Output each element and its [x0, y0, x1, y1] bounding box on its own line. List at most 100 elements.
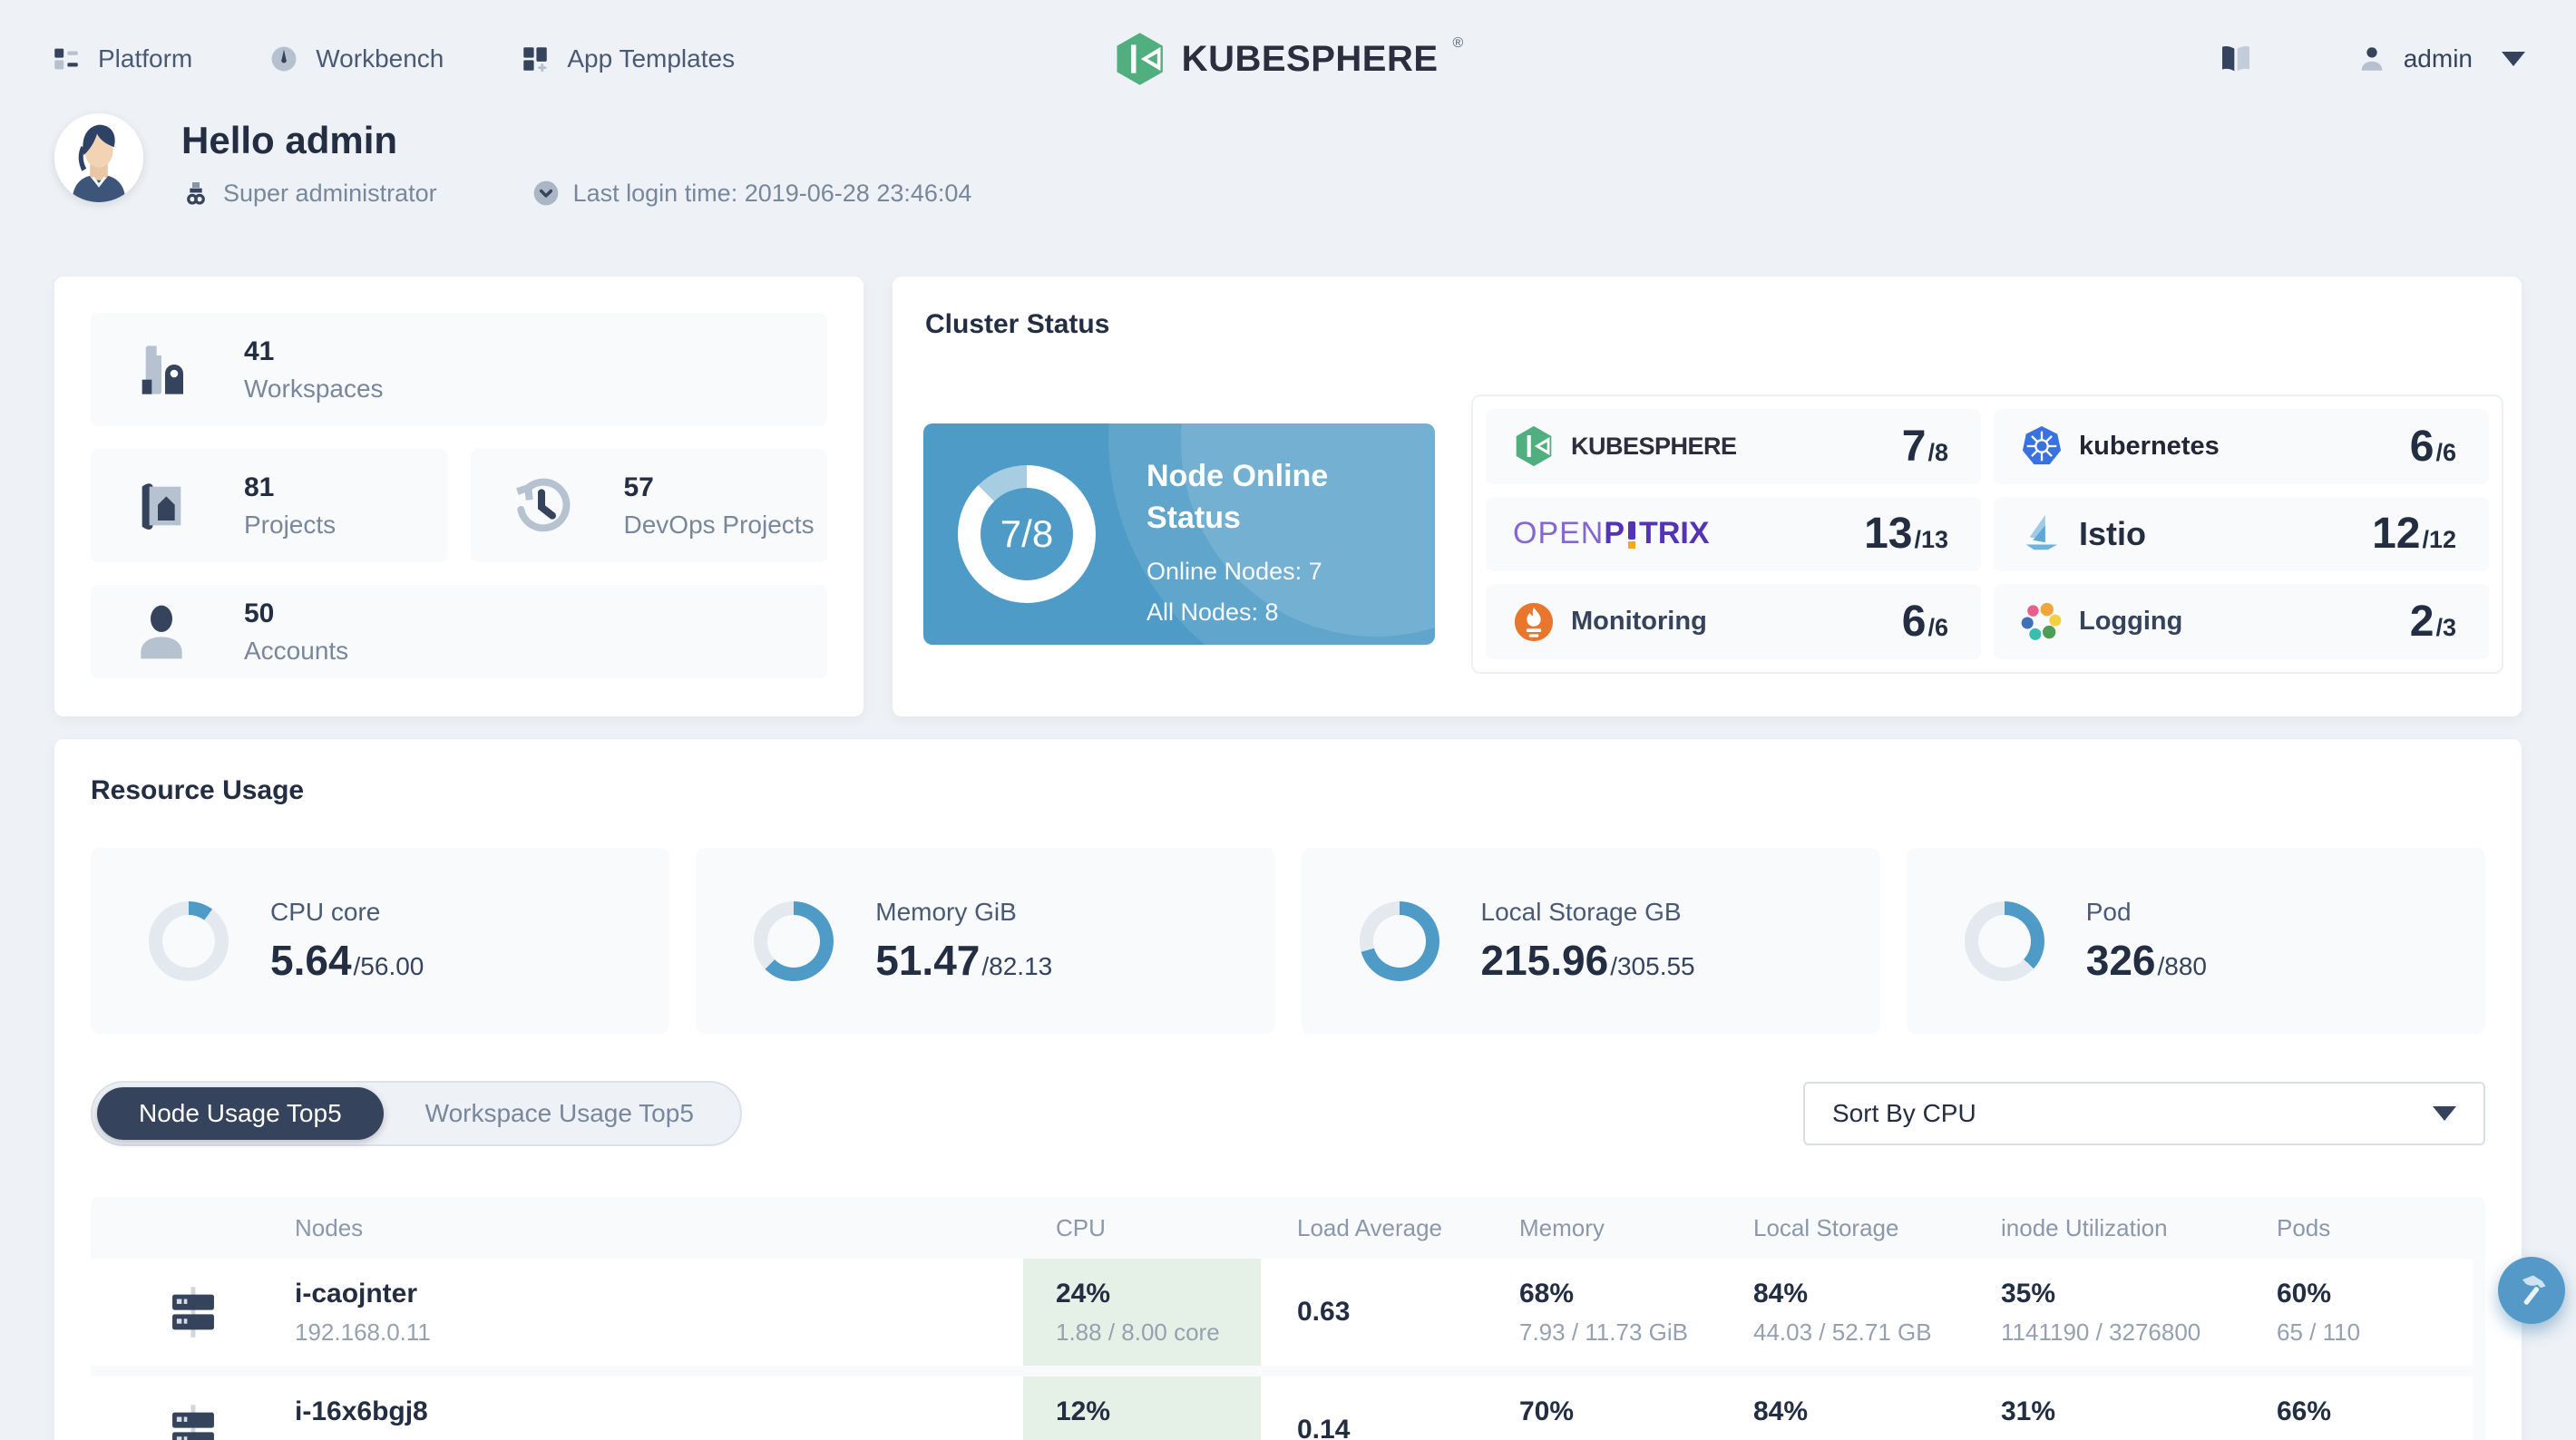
stat-info: 50 Accounts [244, 598, 348, 666]
gauge-row: CPU core 5.64 /56.00 Memory GiB 51.47 /8… [91, 848, 2485, 1034]
sort-by-select[interactable]: Sort By CPU [1803, 1082, 2485, 1145]
greeting-body: Hello admin Super administrator Last log… [181, 113, 971, 208]
kubesphere-logo[interactable]: KUBESPHERE ® [1113, 30, 1463, 88]
stat-value: 41 [244, 336, 275, 366]
memory-detail: 8.11 / 11.73 GiB [1519, 1436, 1753, 1440]
node-online-text: Node Online Status Online Nodes: 7 All N… [1147, 456, 1419, 627]
count-total: /8 [1927, 438, 1948, 466]
node-online-donut: 7/8 [958, 465, 1096, 603]
stat-projects[interactable]: 81 Projects [91, 449, 448, 562]
memory-ring-chart [754, 900, 834, 981]
nav-platform[interactable]: Platform [51, 44, 192, 74]
openpitrix-logo: OPEN P TRIX [1513, 516, 1710, 551]
table-row[interactable]: i-caojnter 192.168.0.11 24% 1.88 / 8.00 … [91, 1259, 2473, 1366]
node-icon [91, 1402, 295, 1440]
component-name: KUBESPHERE [1571, 432, 1737, 460]
tab-workspace-usage-top5[interactable]: Workspace Usage Top5 [384, 1087, 736, 1140]
component-count: 2 /3 [2410, 597, 2456, 647]
memory-percent: 68% [1519, 1278, 1575, 1309]
memory-cell: 70% 8.11 / 11.73 GiB [1519, 1396, 1753, 1440]
col-local-storage: Local Storage [1753, 1213, 1899, 1241]
node-online-panel: 7/8 Node Online Status Online Nodes: 7 A… [923, 423, 1435, 645]
gauge-total: /880 [2157, 951, 2208, 980]
count-value: 6 [2409, 422, 2435, 471]
inode-percent: 31% [2001, 1396, 2056, 1426]
stat-devops-projects[interactable]: 57 DevOps Projects [470, 449, 827, 562]
openpitrix-logo-open: OPEN [1513, 516, 1605, 551]
devops-projects-icon [512, 473, 571, 539]
gauge-total: /305.55 [1610, 951, 1695, 980]
node-name[interactable]: i-caojnter [295, 1279, 1023, 1309]
user-name: admin [2403, 44, 2473, 73]
clock-check-icon [533, 180, 558, 206]
pod-ring-chart [1964, 900, 2044, 981]
cpu-detail: 1.88 / 8.00 core [1056, 1318, 1220, 1346]
stat-workspaces[interactable]: 41 Workspaces [91, 313, 827, 426]
workbench-icon [271, 46, 297, 72]
col-load-average: Load Average [1297, 1213, 1442, 1241]
openpitrix-logo-p: P [1604, 516, 1625, 551]
hammer-icon [2522, 1275, 2546, 1305]
local-storage-ring-chart [1359, 900, 1439, 981]
local-storage-cell: 84% 44.03 / 52.71 GB [1753, 1279, 2001, 1347]
documentation-button[interactable] [2215, 41, 2257, 77]
main-nav: Platform Workbench App Templates [51, 44, 735, 74]
gauge-total: /56.00 [353, 951, 424, 980]
app-templates-icon [523, 47, 548, 73]
cpu-ring-chart [149, 900, 229, 981]
storage-detail: 44.03 / 52.71 GB [1753, 1318, 1932, 1346]
count-value: 7 [1901, 422, 1927, 471]
component-brand: Monitoring [1513, 601, 1707, 643]
pods-cell: 60% 65 / 110 [2277, 1279, 2473, 1347]
resource-usage-title: Resource Usage [91, 775, 305, 805]
user-role: Super administrator [181, 179, 437, 208]
prometheus-icon [1514, 602, 1554, 641]
node-name[interactable]: i-16x6bgj8 [295, 1396, 1023, 1427]
load-average-cell: 0.63 [1297, 1297, 1351, 1327]
toolbox-button[interactable] [2498, 1257, 2565, 1324]
component-kubesphere: KUBESPHERE 7 /8 [1486, 409, 1981, 484]
workspaces-icon [132, 337, 191, 403]
memory-detail: 7.93 / 11.73 GiB [1519, 1318, 1688, 1346]
component-count: 12 /12 [2372, 509, 2456, 559]
usage-controls: Node Usage Top5 Workspace Usage Top5 Sor… [91, 1080, 2485, 1147]
kubesphere-icon [1516, 426, 1552, 467]
component-count: 7 /8 [1902, 422, 1948, 472]
inode-cell: 31% 1002451 / 3276800 [2001, 1396, 2277, 1440]
sort-by-value: Sort By CPU [1832, 1099, 1976, 1127]
node-icon [91, 1284, 295, 1340]
kubesphere-logo-mark [1117, 33, 1163, 85]
count-value: 12 [2372, 510, 2421, 559]
nav-workbench[interactable]: Workbench [268, 44, 444, 74]
pods-cell: 66% 72 / 110 [2277, 1396, 2473, 1440]
inode-percent: 35% [2001, 1278, 2056, 1309]
resource-usage-card: Resource Usage CPU core 5.64 /56.00 Memo… [54, 739, 2522, 1440]
stat-accounts[interactable]: 50 Accounts [91, 585, 827, 678]
table-row[interactable]: i-16x6bgj8 192.168.0.14 12% 0.93 / 8.00 … [91, 1377, 2473, 1440]
node-ip: 192.168.0.14 [295, 1436, 1023, 1440]
component-count: 6 /6 [1902, 597, 1948, 647]
openpitrix-logo-trix: TRIX [1639, 516, 1710, 551]
gauge-memory: Memory GiB 51.47 /82.13 [696, 848, 1275, 1034]
user-menu[interactable]: admin [2356, 44, 2525, 74]
count-value: 6 [1901, 598, 1927, 647]
page-title: Hello admin [181, 119, 398, 161]
nav-app-templates[interactable]: App Templates [520, 44, 735, 74]
gauge-info: Memory GiB 51.47 /82.13 [875, 898, 1052, 985]
gauge-used: 51.47 [875, 936, 981, 984]
col-nodes: Nodes [295, 1213, 364, 1241]
select-caret-icon [2433, 1106, 2456, 1121]
openpitrix-exclamation-icon [1626, 518, 1637, 550]
node-ip: 192.168.0.11 [295, 1318, 431, 1346]
col-cpu: CPU [1056, 1213, 1106, 1241]
storage-percent: 84% [1753, 1278, 1809, 1309]
gauge-value: 51.47 /82.13 [875, 936, 1052, 985]
gauge-used: 215.96 [1480, 936, 1609, 984]
accounts-icon [132, 599, 191, 665]
user-role-label: Super administrator [223, 179, 437, 207]
gauge-label: Memory GiB [875, 897, 1017, 926]
cpu-cell: 12% 0.93 / 8.00 core [1023, 1377, 1261, 1440]
gauge-info: CPU core 5.64 /56.00 [270, 898, 424, 985]
col-pods: Pods [2277, 1213, 2331, 1241]
tab-node-usage-top5[interactable]: Node Usage Top5 [97, 1087, 384, 1140]
